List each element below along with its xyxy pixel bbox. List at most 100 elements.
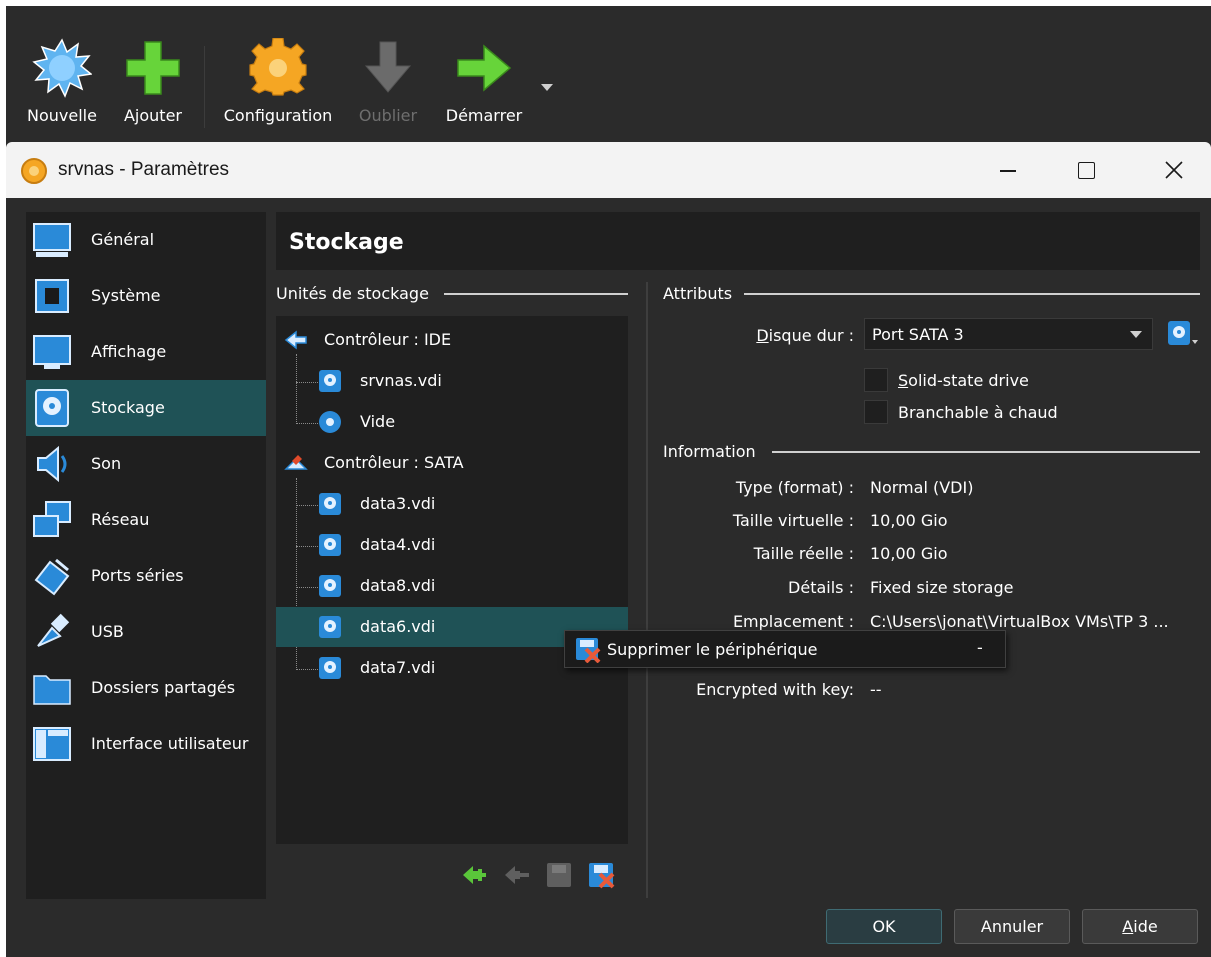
remove-device-shortcut: - — [977, 638, 983, 657]
hard-disk-icon — [319, 534, 341, 556]
network-icon — [33, 501, 71, 537]
close-button[interactable] — [1144, 142, 1204, 198]
tree-row-disk[interactable]: srvnas.vdi — [276, 361, 628, 401]
discard-button[interactable]: Oublier — [350, 6, 426, 136]
tree-row-label: Contrôleur : SATA — [324, 453, 464, 472]
tree-row-label: data7.vdi — [360, 658, 436, 677]
sidebar-item-serial-ports[interactable]: Ports séries — [26, 548, 266, 604]
hard-disk-select-value: Port SATA 3 — [872, 325, 964, 344]
hotplug-label: Branchable à chaud — [898, 403, 1058, 422]
new-starburst-icon — [32, 38, 92, 98]
tree-row-controller-sata[interactable]: Contrôleur : SATA — [276, 443, 628, 483]
sidebar-item-label: Stockage — [91, 398, 165, 417]
info-location-label: Emplacement : — [732, 612, 854, 631]
sidebar-item-storage[interactable]: Stockage — [26, 380, 266, 436]
storage-units-title: Unités de stockage — [276, 284, 429, 303]
help-button[interactable]: Aide — [1082, 909, 1198, 944]
add-attachment-icon[interactable] — [544, 860, 574, 890]
group-divider — [744, 293, 1200, 295]
hard-disk-icon — [319, 493, 341, 515]
add-vm-label: Ajouter — [123, 106, 182, 125]
usb-icon — [37, 613, 70, 647]
sidebar-item-audio[interactable]: Son — [26, 436, 266, 492]
optical-disc-icon — [319, 411, 341, 433]
display-monitor-icon — [33, 335, 71, 369]
sidebar-item-network[interactable]: Réseau — [26, 492, 266, 548]
start-button[interactable]: Démarrer — [438, 6, 530, 136]
remove-device-tooltip[interactable]: Supprimer le périphérique - — [564, 630, 1006, 668]
start-label: Démarrer — [445, 106, 523, 125]
tree-row-label: data8.vdi — [360, 576, 436, 595]
settings-dialog: srvnas - Paramètres Général Système Affi… — [6, 142, 1211, 957]
tree-row-label: data6.vdi — [360, 617, 436, 636]
user-interface-icon — [33, 727, 71, 761]
sidebar-item-label: Dossiers partagés — [91, 678, 236, 697]
panel-separator — [646, 282, 648, 898]
discard-label: Oublier — [358, 106, 418, 125]
storage-tree[interactable]: Contrôleur : IDE srvnas.vdi Vide Contrôl… — [276, 316, 628, 844]
remove-attachment-icon[interactable] — [586, 860, 616, 890]
info-details-label: Détails : — [788, 578, 854, 597]
dialog-title: srvnas - Paramètres — [58, 159, 230, 180]
info-actual-size-value: 10,00 Gio — [870, 544, 948, 563]
cancel-button[interactable]: Annuler — [954, 909, 1070, 944]
start-arrow-right-icon — [457, 44, 512, 92]
add-vm-button[interactable]: Ajouter — [114, 6, 192, 136]
remove-controller-icon[interactable] — [502, 860, 532, 890]
settings-sidebar: Général Système Affichage Stockage Son R… — [26, 212, 266, 899]
new-vm-label: Nouvelle — [27, 106, 97, 125]
tree-row-label: Vide — [360, 412, 396, 431]
chevron-down-icon — [1130, 331, 1142, 338]
sidebar-item-shared-folders[interactable]: Dossiers partagés — [26, 660, 266, 716]
info-type-value: Normal (VDI) — [870, 478, 974, 497]
storage-disk-icon — [35, 389, 69, 427]
hotplug-checkbox[interactable] — [864, 400, 888, 424]
tree-row-disk[interactable]: data4.vdi — [276, 525, 628, 565]
ok-button[interactable]: OK — [826, 909, 942, 944]
audio-speaker-icon — [37, 445, 67, 483]
tree-row-disk[interactable]: data3.vdi — [276, 484, 628, 524]
choose-disk-icon[interactable] — [1164, 318, 1200, 350]
ssd-checkbox[interactable] — [864, 368, 888, 392]
shared-folder-icon — [33, 675, 71, 705]
hard-disk-icon — [319, 370, 341, 392]
add-controller-icon[interactable] — [460, 860, 490, 890]
new-vm-button[interactable]: Nouvelle — [20, 6, 104, 136]
hard-disk-select[interactable]: Port SATA 3 — [864, 318, 1153, 350]
encrypted-value: -- — [870, 680, 882, 699]
maximize-button[interactable] — [1056, 142, 1116, 198]
tree-row-disk[interactable]: data8.vdi — [276, 566, 628, 606]
sidebar-item-label: Système — [91, 286, 161, 305]
ide-controller-icon — [284, 330, 307, 350]
tree-row-optical[interactable]: Vide — [276, 402, 628, 442]
group-divider — [444, 293, 628, 295]
remove-attachment-icon — [576, 638, 601, 663]
close-icon — [1165, 161, 1183, 179]
minimize-button[interactable] — [978, 142, 1038, 198]
add-plus-icon — [126, 41, 180, 95]
sidebar-item-general[interactable]: Général — [26, 212, 266, 268]
sidebar-item-user-interface[interactable]: Interface utilisateur — [26, 716, 266, 772]
page-header: Stockage — [276, 212, 1200, 270]
tree-row-label: data3.vdi — [360, 494, 436, 513]
vm-settings-icon — [21, 158, 47, 184]
sata-controller-icon — [284, 455, 308, 470]
hard-disk-label: Disque dur : — [756, 326, 854, 345]
tree-row-label: data4.vdi — [360, 535, 436, 554]
configuration-button[interactable]: Configuration — [218, 6, 338, 136]
attributes-title: Attributs — [663, 284, 733, 303]
sidebar-item-label: Ports séries — [91, 566, 184, 585]
sidebar-item-system[interactable]: Système — [26, 268, 266, 324]
info-virtual-size-label: Taille virtuelle : — [732, 511, 854, 530]
info-actual-size-label: Taille réelle : — [753, 544, 854, 563]
toolbar-separator — [204, 46, 205, 128]
start-options-dropdown-icon[interactable] — [541, 84, 553, 91]
dialog-titlebar: srvnas - Paramètres — [6, 142, 1211, 198]
hard-disk-icon — [319, 575, 341, 597]
serial-port-icon — [34, 558, 70, 596]
sidebar-item-display[interactable]: Affichage — [26, 324, 266, 380]
info-virtual-size-value: 10,00 Gio — [870, 511, 948, 530]
tree-row-controller-ide[interactable]: Contrôleur : IDE — [276, 320, 628, 360]
sidebar-item-usb[interactable]: USB — [26, 604, 266, 660]
sidebar-item-label: Réseau — [91, 510, 150, 529]
